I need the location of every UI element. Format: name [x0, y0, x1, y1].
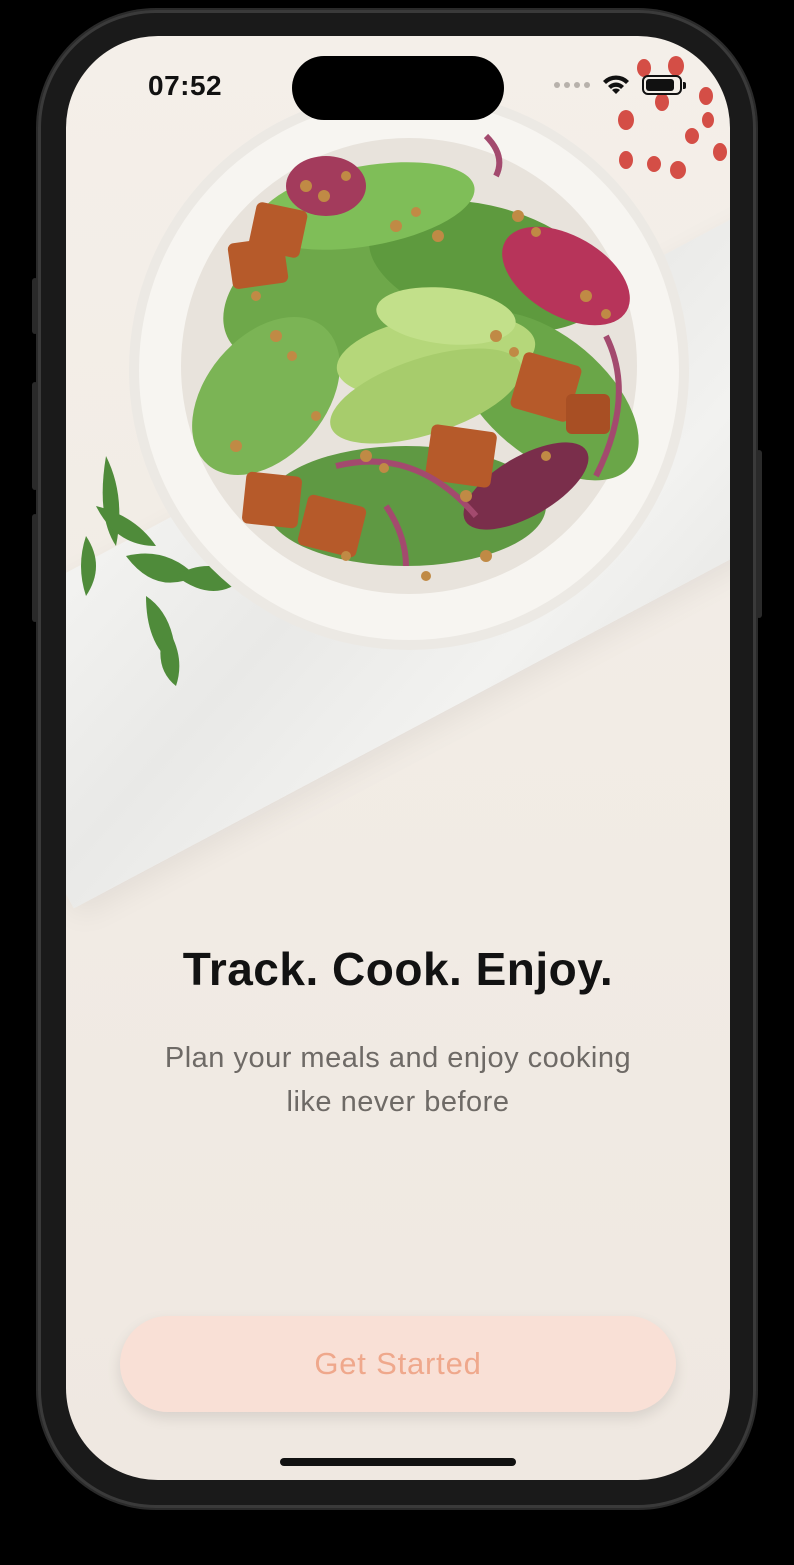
hero-salad-image: [81, 56, 727, 686]
dynamic-island: [292, 56, 504, 120]
battery-icon: [642, 75, 686, 95]
power-button: [756, 450, 762, 618]
headline: Track. Cook. Enjoy.: [182, 943, 614, 995]
status-indicators: [554, 74, 686, 96]
wifi-icon: [603, 75, 629, 94]
action-button: [32, 278, 38, 334]
volume-down-button: [32, 514, 38, 622]
app-screen: 07:52 Track. Cook. Enjoy. Plan your meal…: [66, 36, 730, 1480]
status-time: 07:52: [148, 70, 223, 101]
signal-icon: [554, 82, 590, 88]
subtitle: Plan your meals and enjoy cooking like n…: [164, 1042, 632, 1118]
get-started-button[interactable]: Get Started: [120, 1316, 676, 1412]
volume-up-button: [32, 382, 38, 490]
home-indicator[interactable]: [280, 1458, 516, 1466]
